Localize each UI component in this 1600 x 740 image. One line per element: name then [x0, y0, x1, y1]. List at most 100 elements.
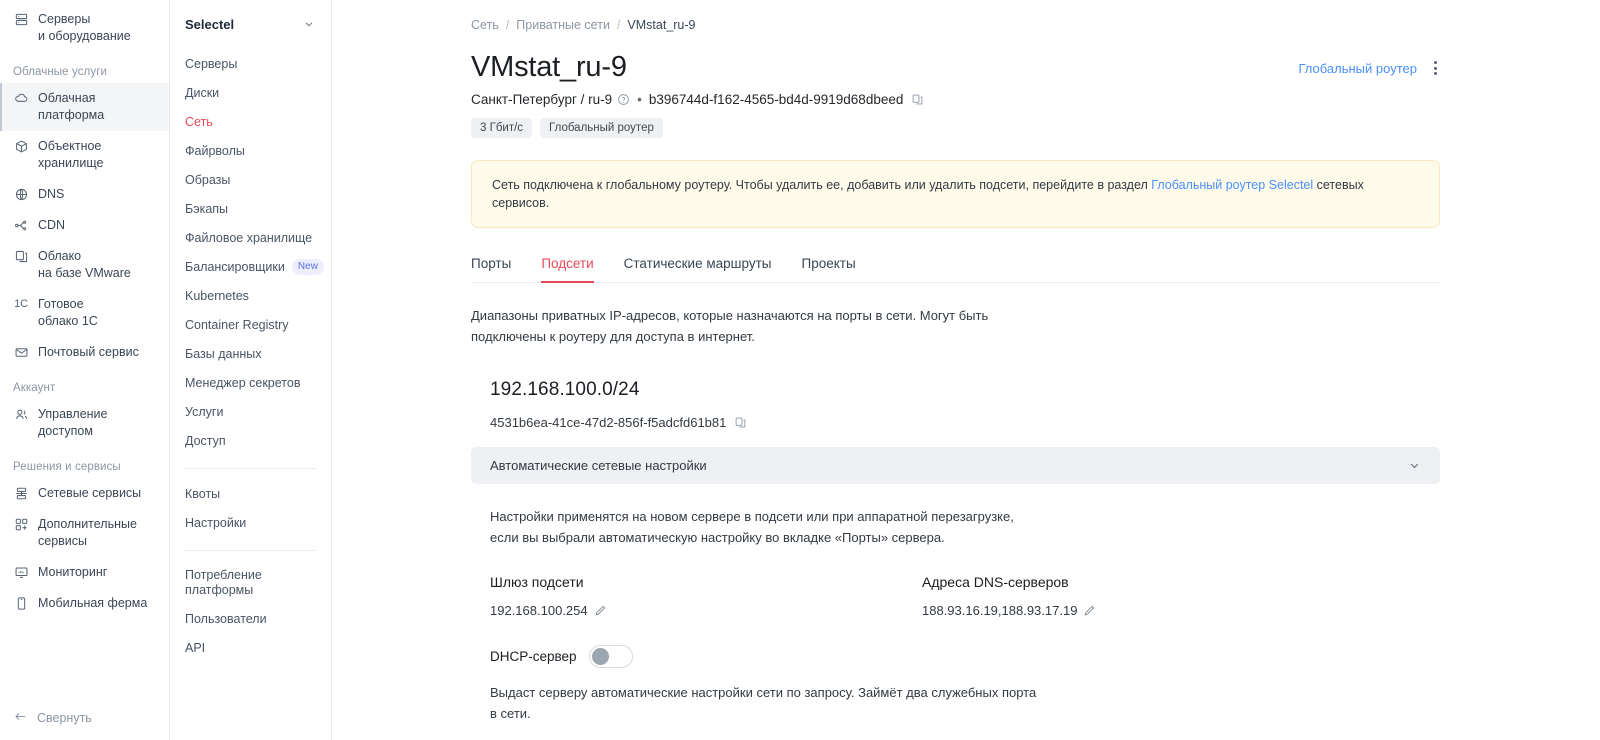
- question-circle-icon[interactable]: [617, 93, 630, 106]
- primary-sidebar: Серверы и оборудование Облачные услуги О…: [0, 0, 170, 740]
- chevron-down-icon: [1408, 459, 1421, 472]
- menu-item-services[interactable]: Услуги: [170, 398, 331, 427]
- menu-item-backups[interactable]: Бэкапы: [170, 194, 331, 223]
- sidebar-item-monitoring[interactable]: Мониторинг: [0, 557, 169, 588]
- menu-item-access[interactable]: Доступ: [170, 427, 331, 456]
- dhcp-note: Выдаст серверу автоматические настройки …: [490, 685, 1037, 721]
- menu-item-label: Файрволы: [185, 143, 245, 158]
- menu-item-label: API: [185, 641, 206, 655]
- dhcp-label: DHCP-сервер: [490, 649, 577, 664]
- menu-item-kubernetes[interactable]: Kubernetes: [170, 282, 331, 311]
- breadcrumb-item-network[interactable]: Сеть: [471, 18, 499, 32]
- menu-item-label: Доступ: [185, 434, 226, 448]
- dhcp-toggle[interactable]: [588, 645, 633, 668]
- menu-item-load-balancers[interactable]: Балансировщики New: [170, 252, 331, 282]
- dhcp-row: DHCP-сервер: [490, 645, 1440, 668]
- sidebar-item-cdn[interactable]: CDN: [0, 210, 169, 241]
- box-icon: [13, 138, 29, 155]
- breadcrumb: Сеть / Приватные сети / VMstat_ru-9: [471, 18, 1440, 32]
- gateway-label: Шлюз подсети: [490, 574, 584, 590]
- users-icon: [13, 406, 29, 423]
- app-root: Серверы и оборудование Облачные услуги О…: [0, 0, 1600, 740]
- breadcrumb-separator: /: [505, 18, 510, 32]
- sidebar-item-label: Серверы и оборудование: [38, 12, 131, 43]
- menu-item-platform-consumption[interactable]: Потребление платформы: [170, 562, 331, 605]
- resource-chips: 3 Гбит/с Глобальный роутер: [471, 118, 1440, 138]
- menu-item-firewalls[interactable]: Файрволы: [170, 136, 331, 165]
- tab-static-routes[interactable]: Статические маршруты: [624, 256, 772, 282]
- tab-bar: Порты Подсети Статические маршруты Проек…: [471, 256, 1440, 283]
- project-menu-group-2: Квоты Настройки: [170, 480, 331, 538]
- info-banner: Сеть подключена к глобальному роутеру. Ч…: [471, 160, 1440, 228]
- banner-link[interactable]: Глобальный роутер Selectel: [1151, 178, 1313, 192]
- cdn-icon: [13, 217, 29, 234]
- page-header: VMstat_ru-9 Глобальный роутер: [471, 49, 1440, 85]
- menu-item-label: Kubernetes: [185, 289, 249, 303]
- menu-item-network[interactable]: Сеть: [170, 107, 331, 136]
- sidebar-item-vmware-cloud[interactable]: Облако на базе VMware: [0, 241, 169, 289]
- pencil-icon[interactable]: [594, 604, 607, 617]
- sidebar-item-mobile-farm[interactable]: Мобильная ферма: [0, 588, 169, 619]
- project-menu-group-1: Серверы Диски Сеть Файрволы Образы Бэкап…: [170, 36, 331, 456]
- menu-item-secrets-manager[interactable]: Менеджер секретов: [170, 369, 331, 398]
- page-title: VMstat_ru-9: [471, 51, 627, 83]
- sidebar-item-network-services[interactable]: Сетевые сервисы: [0, 478, 169, 509]
- sidebar-item-label: Дополнительные сервисы: [38, 517, 137, 548]
- menu-item-disks[interactable]: Диски: [170, 78, 331, 107]
- subnets-description: Диапазоны приватных IP-адресов, которые …: [471, 308, 989, 344]
- dns-value: 188.93.16.19,188.93.17.19: [922, 603, 1078, 618]
- menu-item-label: Диски: [185, 85, 220, 100]
- project-name: Selectel: [185, 16, 235, 32]
- sidebar-item-mail-service[interactable]: Почтовый сервис: [0, 337, 169, 368]
- main-content: Сеть / Приватные сети / VMstat_ru-9 VMst…: [332, 0, 1600, 740]
- region-label: Санкт-Петербург / ru-9: [471, 92, 613, 107]
- mail-icon: [13, 344, 29, 361]
- copy-icon[interactable]: [911, 93, 924, 106]
- sidebar-item-label: Мобильная ферма: [38, 596, 148, 610]
- kebab-menu-icon[interactable]: [1431, 58, 1440, 78]
- meta-bullet: •: [637, 92, 642, 107]
- menu-item-label: Потребление платформы: [185, 568, 262, 597]
- menu-item-settings[interactable]: Настройки: [170, 509, 331, 538]
- breadcrumb-item-private-networks[interactable]: Приватные сети: [516, 18, 610, 32]
- sidebar-item-dns[interactable]: DNS: [0, 179, 169, 210]
- sidebar-item-label: Почтовый сервис: [38, 345, 139, 359]
- resource-meta: Санкт-Петербург / ru-9 • b396744d-f162-4…: [471, 92, 1440, 107]
- sidebar-item-label: Облако на базе VMware: [38, 249, 131, 280]
- sidebar-item-access-management[interactable]: Управление доступом: [0, 399, 169, 447]
- menu-divider: [185, 467, 316, 469]
- tab-projects[interactable]: Проекты: [801, 256, 855, 282]
- sidebar-item-cloud-platform[interactable]: Облачная платформа: [0, 83, 169, 131]
- menu-item-databases[interactable]: Базы данных: [170, 340, 331, 369]
- subnet-cidr: 192.168.100.0/24: [490, 379, 640, 400]
- tab-ports[interactable]: Порты: [471, 256, 511, 282]
- gateway-value: 192.168.100.254: [490, 603, 588, 618]
- menu-item-label: Менеджер секретов: [185, 376, 301, 390]
- project-selector[interactable]: Selectel: [170, 10, 331, 36]
- menu-item-images[interactable]: Образы: [170, 165, 331, 194]
- pencil-icon[interactable]: [1083, 604, 1096, 617]
- menu-item-api[interactable]: API: [170, 634, 331, 663]
- menu-item-file-storage[interactable]: Файловое хранилище: [170, 223, 331, 252]
- menu-item-quotas[interactable]: Квоты: [170, 480, 331, 509]
- menu-item-container-registry[interactable]: Container Registry: [170, 311, 331, 340]
- sidebar-section-title-account: Аккаунт: [13, 382, 56, 394]
- breadcrumb-separator: /: [616, 18, 621, 32]
- subnet-uuid: 4531b6ea-41ce-47d2-856f-f5adcfd61b81: [490, 415, 727, 430]
- banner-text-before: Сеть подключена к глобальному роутеру. Ч…: [492, 178, 1152, 192]
- sidebar-collapse-button[interactable]: Свернуть: [0, 702, 169, 734]
- sidebar-item-additional-services[interactable]: Дополнительные сервисы: [0, 509, 169, 557]
- sidebar-item-servers-hardware[interactable]: Серверы и оборудование: [0, 4, 169, 52]
- global-router-link[interactable]: Глобальный роутер: [1299, 61, 1418, 76]
- copy-icon[interactable]: [734, 416, 747, 429]
- sidebar-item-object-storage[interactable]: Объектное хранилище: [0, 131, 169, 179]
- auto-network-settings-accordion[interactable]: Автоматические сетевые настройки: [471, 447, 1440, 484]
- menu-item-users[interactable]: Пользователи: [170, 605, 331, 634]
- menu-item-servers[interactable]: Серверы: [170, 49, 331, 78]
- menu-item-label: Балансировщики: [185, 259, 285, 274]
- sidebar-item-label: Объектное хранилище: [38, 139, 104, 170]
- tab-subnets[interactable]: Подсети: [541, 256, 594, 283]
- menu-item-label: Файловое хранилище: [185, 230, 313, 245]
- gateway-value-row: 192.168.100.254: [490, 603, 922, 618]
- sidebar-item-cloud-1c[interactable]: 1C Готовое облако 1С: [0, 289, 169, 337]
